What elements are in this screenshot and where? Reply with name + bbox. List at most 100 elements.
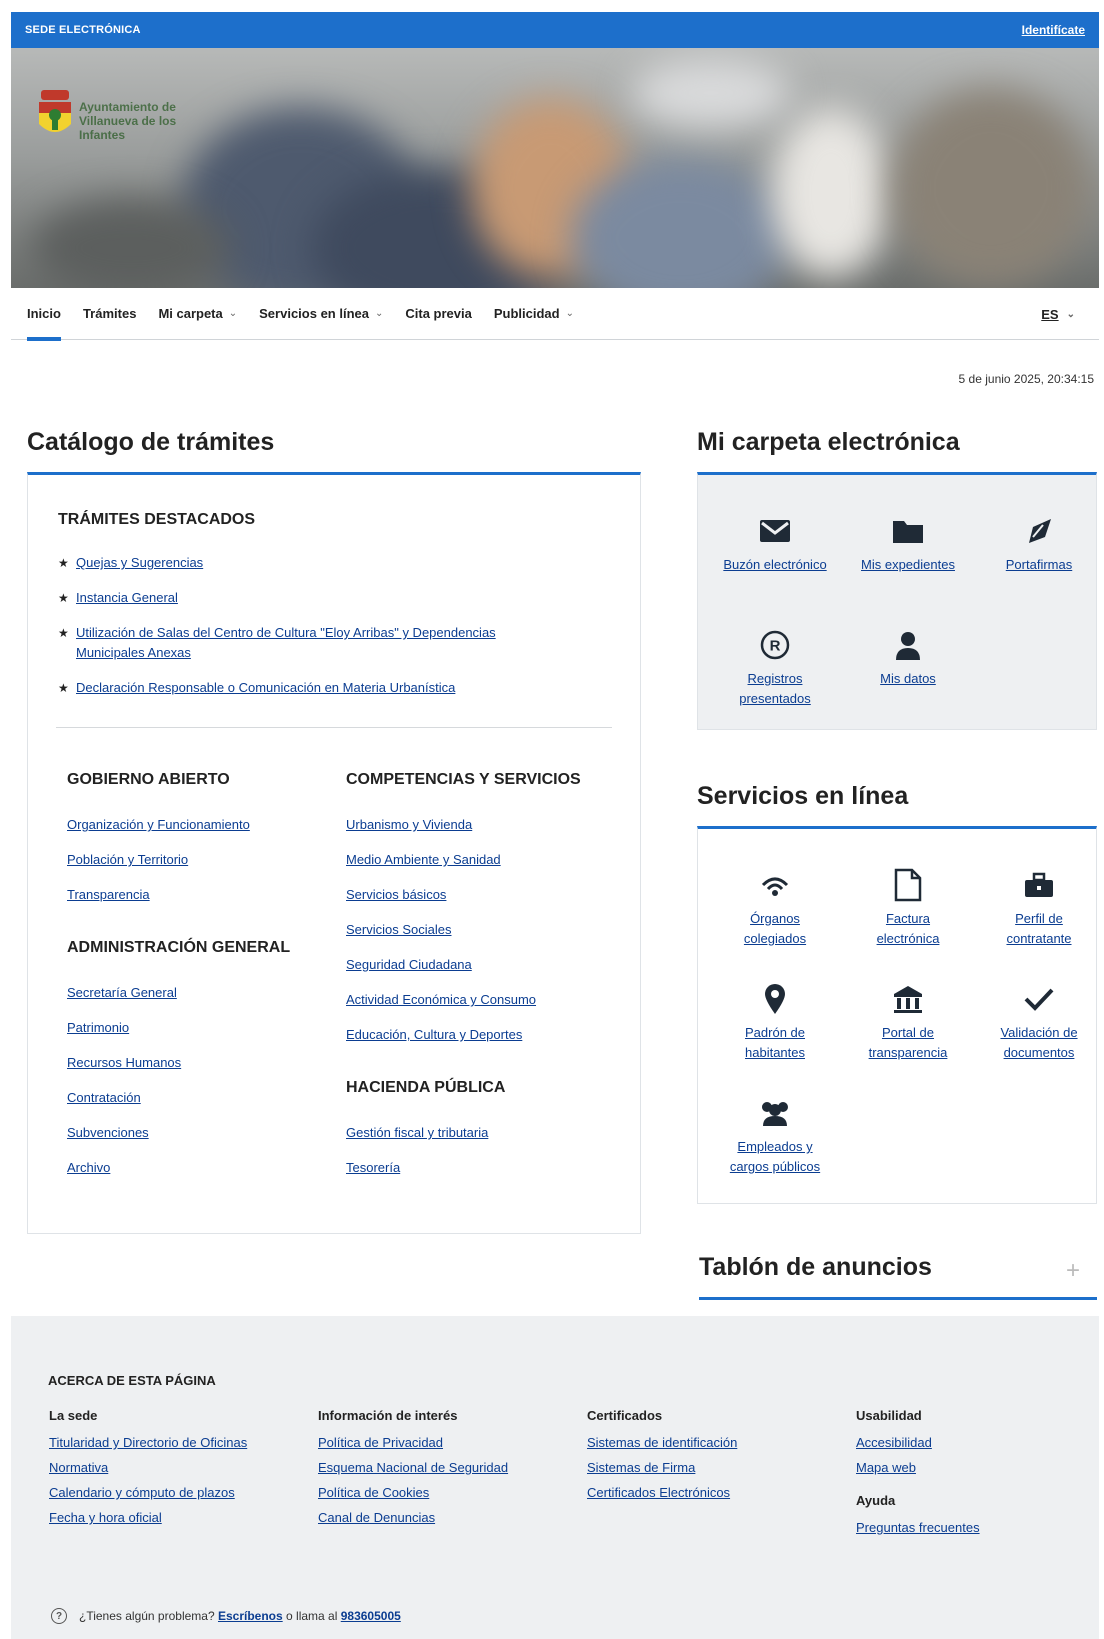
footer-col-usabilidad: Usabilidad Accesibilidad Mapa web Ayuda …: [856, 1408, 980, 1545]
tile-empleados[interactable]: Empleados y cargos públicos: [720, 1093, 830, 1177]
tile-mis-datos[interactable]: Mis datos: [853, 625, 963, 689]
catalog-link[interactable]: Transparencia: [67, 887, 250, 922]
catalog-link[interactable]: Servicios básicos: [346, 887, 581, 922]
footer-link[interactable]: Esquema Nacional de Seguridad: [318, 1460, 508, 1485]
catalog-link[interactable]: Urbanismo y Vivienda: [346, 817, 581, 852]
catalog-link[interactable]: Subvenciones: [67, 1125, 290, 1160]
tile-expedientes[interactable]: Mis expedientes: [853, 511, 963, 575]
checkmark-icon: [984, 979, 1094, 1019]
nav-mi-carpeta[interactable]: Mi carpeta ⌄: [158, 288, 237, 340]
tile-buzon[interactable]: Buzón electrónico: [720, 511, 830, 575]
tile-label[interactable]: Portafirmas: [984, 555, 1094, 575]
catalog-link[interactable]: Recursos Humanos: [67, 1055, 290, 1090]
tile-label[interactable]: Factura electrónica: [853, 909, 963, 949]
featured-link[interactable]: Quejas y Sugerencias: [76, 553, 203, 573]
servicios-title: Servicios en línea: [697, 782, 909, 810]
site-brand[interactable]: SEDE ELECTRÓNICA: [25, 24, 141, 36]
footer-heading: Certificados: [587, 1408, 663, 1423]
catalog-link[interactable]: Secretaría General: [67, 985, 290, 1020]
nav-tramites[interactable]: Trámites: [83, 288, 136, 340]
footer-link[interactable]: Preguntas frecuentes: [856, 1520, 980, 1545]
nav-publicidad[interactable]: Publicidad ⌄: [494, 288, 574, 340]
footer-link[interactable]: Titularidad y Directorio de Oficinas: [49, 1435, 247, 1460]
login-link[interactable]: Identifícate: [1022, 23, 1085, 37]
institution-icon: [853, 979, 963, 1019]
folder-icon: [853, 511, 963, 551]
catalog-link[interactable]: Contratación: [67, 1090, 290, 1125]
featured-link[interactable]: Instancia General: [76, 588, 178, 608]
nav-label: Servicios en línea: [259, 306, 369, 321]
tile-transparencia[interactable]: Portal de transparencia: [853, 979, 963, 1063]
tile-label[interactable]: Mis datos: [853, 669, 963, 689]
section-heading: ADMINISTRACIÓN GENERAL: [67, 939, 291, 956]
servicios-card: Órganos colegiados Factura electrónica P…: [697, 826, 1097, 1204]
tile-label[interactable]: Mis expedientes: [853, 555, 963, 575]
footer-heading: Ayuda: [856, 1493, 896, 1508]
catalog-card: TRÁMITES DESTACADOS ★ Quejas y Sugerencia…: [27, 472, 641, 1234]
people-icon: [720, 1093, 830, 1133]
catalog-link[interactable]: Gestión fiscal y tributaria: [346, 1125, 505, 1160]
section-heading: HACIENDA PÚBLICA: [346, 1079, 506, 1096]
catalog-link[interactable]: Seguridad Ciudadana: [346, 957, 581, 992]
document-icon: [853, 865, 963, 905]
star-icon: ★: [58, 681, 69, 695]
chevron-down-icon: ⌄: [228, 308, 238, 319]
coat-of-arms-icon[interactable]: [37, 88, 73, 140]
tile-label[interactable]: Empleados y cargos públicos: [720, 1137, 830, 1177]
catalog-link[interactable]: Servicios Sociales: [346, 922, 581, 957]
catalog-link[interactable]: Población y Territorio: [67, 852, 250, 887]
footer-link[interactable]: Política de Cookies: [318, 1485, 508, 1510]
footer-link[interactable]: Mapa web: [856, 1460, 980, 1485]
footer-link[interactable]: Política de Privacidad: [318, 1435, 508, 1460]
tile-label[interactable]: Padrón de habitantes: [720, 1023, 830, 1063]
catalog-link[interactable]: Patrimonio: [67, 1020, 290, 1055]
tablon-expand-icon[interactable]: +: [1066, 1257, 1080, 1285]
language-label: ES: [1041, 306, 1059, 322]
featured-link[interactable]: Declaración Responsable o Comunicación e…: [76, 678, 455, 698]
nav-inicio[interactable]: Inicio: [27, 288, 61, 341]
catalog-link[interactable]: Educación, Cultura y Deportes: [346, 1027, 581, 1062]
signature-icon: [984, 511, 1094, 551]
hero-banner: Ayuntamiento de Villanueva de los Infant…: [11, 48, 1099, 288]
featured-title: TRÁMITES DESTACADOS: [58, 511, 256, 528]
footer-link[interactable]: Sistemas de Firma: [587, 1460, 737, 1485]
catalog-link[interactable]: Archivo: [67, 1160, 290, 1195]
featured-link[interactable]: Utilización de Salas del Centro de Cultu…: [76, 623, 558, 663]
tile-perfil[interactable]: Perfil de contratante: [984, 865, 1094, 949]
tile-validacion[interactable]: Validación de documentos: [984, 979, 1094, 1063]
footer-link[interactable]: Sistemas de identificación: [587, 1435, 737, 1460]
tile-label[interactable]: Portal de transparencia: [853, 1023, 963, 1063]
tile-label[interactable]: Buzón electrónico: [720, 555, 830, 575]
tile-label[interactable]: Registros presentados: [720, 669, 830, 709]
envelope-icon: [720, 511, 830, 551]
catalog-link[interactable]: Tesorería: [346, 1160, 505, 1195]
featured-item: ★ Quejas y Sugerencias: [58, 553, 558, 573]
footer-link[interactable]: Certificados Electrónicos: [587, 1485, 737, 1510]
catalog-link[interactable]: Organización y Funcionamiento: [67, 817, 250, 852]
tile-label[interactable]: Validación de documentos: [984, 1023, 1094, 1063]
tile-portafirmas[interactable]: Portafirmas: [984, 511, 1094, 575]
briefcase-icon: [984, 865, 1094, 905]
phone-link[interactable]: 983605005: [341, 1609, 401, 1623]
catalog-link[interactable]: Actividad Económica y Consumo: [346, 992, 581, 1027]
star-icon: ★: [58, 591, 69, 605]
footer-link[interactable]: Fecha y hora oficial: [49, 1510, 247, 1535]
footer-link[interactable]: Normativa: [49, 1460, 247, 1485]
tile-factura[interactable]: Factura electrónica: [853, 865, 963, 949]
nav-servicios[interactable]: Servicios en línea ⌄: [259, 288, 383, 340]
language-selector[interactable]: ES ⌄: [1041, 288, 1075, 340]
footer-col-informacion: Información de interés Política de Priva…: [318, 1408, 508, 1535]
tile-organos[interactable]: Órganos colegiados: [720, 865, 830, 949]
tile-label[interactable]: Órganos colegiados: [720, 909, 830, 949]
tile-registros[interactable]: R Registros presentados: [720, 625, 830, 709]
catalog-link[interactable]: Medio Ambiente y Sanidad: [346, 852, 581, 887]
tablon-accent-line: [699, 1297, 1097, 1300]
footer-link[interactable]: Accesibilidad: [856, 1435, 980, 1460]
nav-cita-previa[interactable]: Cita previa: [405, 288, 471, 340]
contact-link[interactable]: Escríbenos: [218, 1609, 283, 1623]
footer-col-sede: La sede Titularidad y Directorio de Ofic…: [49, 1408, 247, 1535]
footer-link[interactable]: Canal de Denuncias: [318, 1510, 508, 1535]
tile-padron[interactable]: Padrón de habitantes: [720, 979, 830, 1063]
footer-link[interactable]: Calendario y cómputo de plazos: [49, 1485, 247, 1510]
tile-label[interactable]: Perfil de contratante: [984, 909, 1094, 949]
